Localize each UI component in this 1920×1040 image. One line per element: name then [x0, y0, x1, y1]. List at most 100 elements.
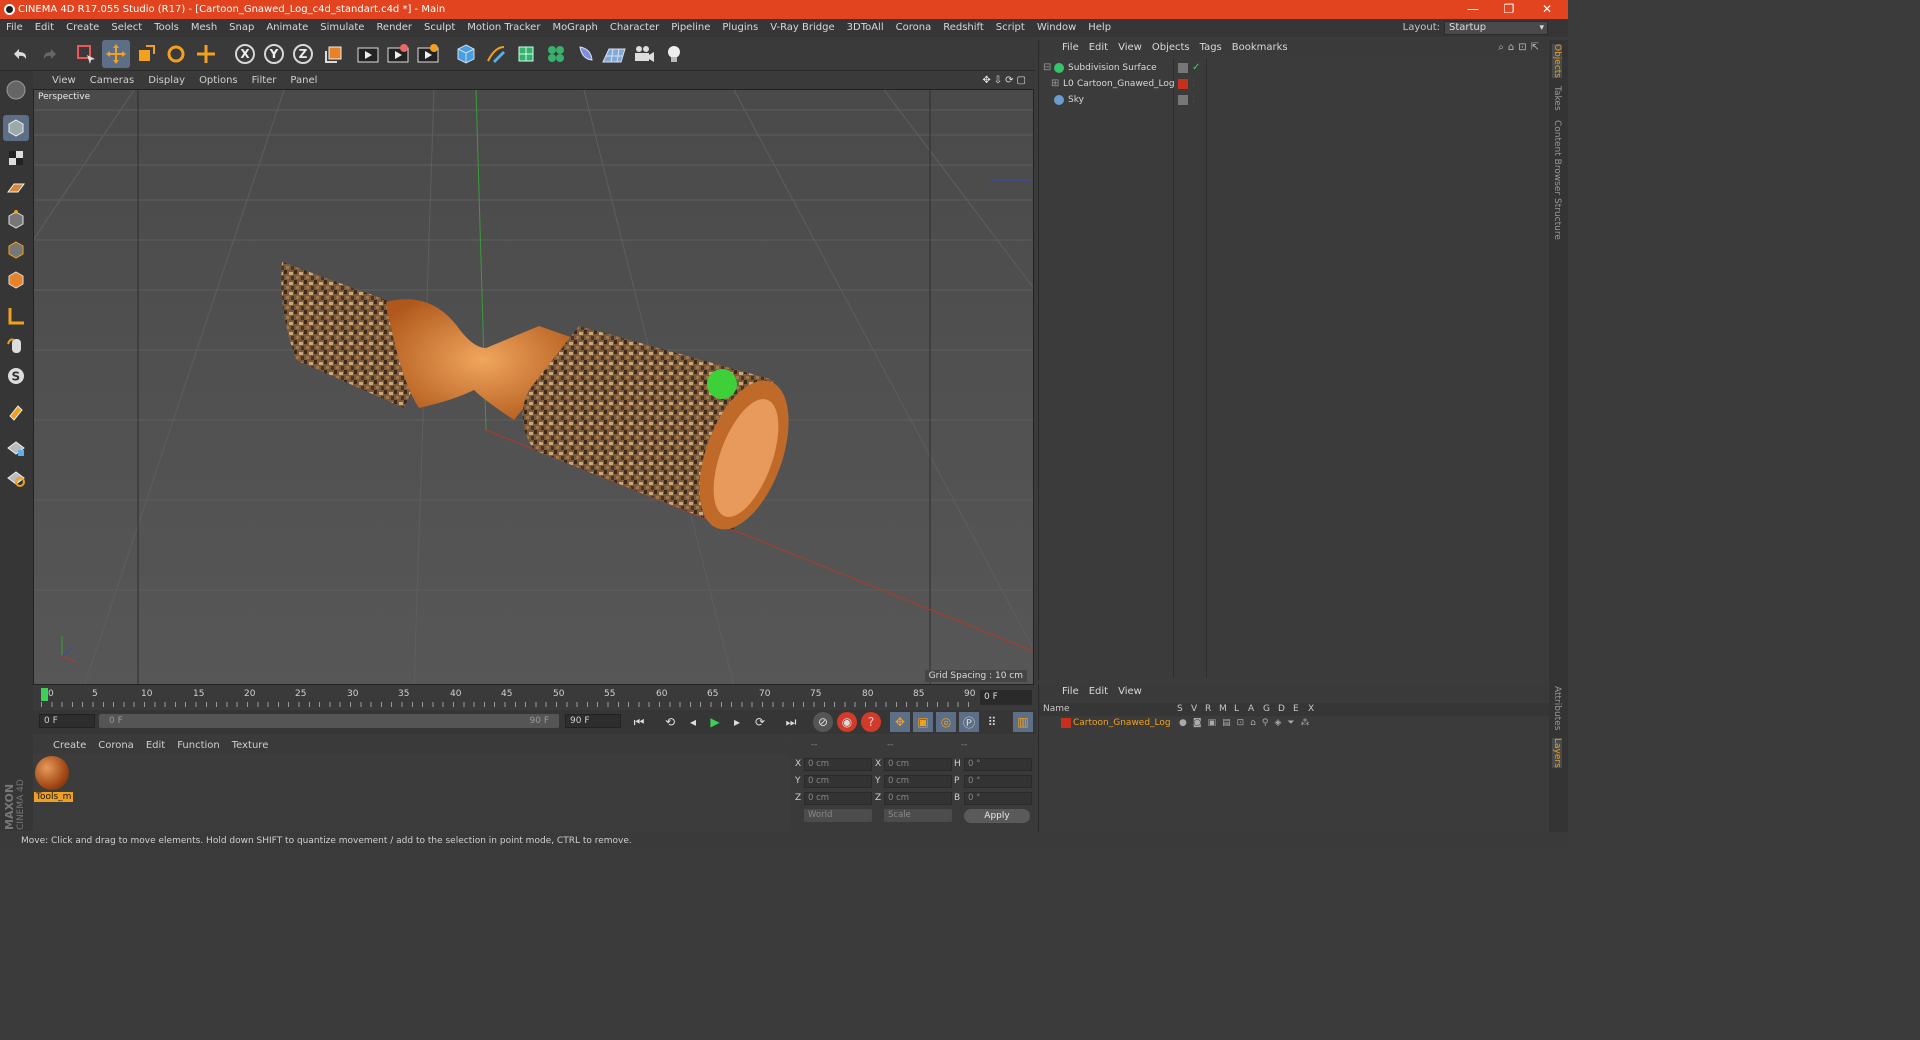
object-menu-view[interactable]: View [1113, 40, 1147, 56]
menu-vray-bridge[interactable]: V-Ray Bridge [764, 19, 840, 37]
layer-swatch[interactable] [1178, 95, 1188, 105]
perspective-viewport[interactable]: Perspective Grid Spacing : 10 cm [33, 89, 1034, 685]
magnet-icon[interactable] [3, 399, 29, 425]
menu-animate[interactable]: Animate [260, 19, 314, 37]
select-icon[interactable] [72, 40, 100, 68]
visibility-dots-icon[interactable]: ⁚ [1192, 76, 1195, 92]
collapse-icon[interactable]: ⊟ [1043, 60, 1051, 76]
position-x-field[interactable]: 0 cm [804, 758, 872, 771]
coordinate-mode-dropdown[interactable]: World [804, 809, 872, 822]
render-picture-viewer-icon[interactable] [384, 40, 412, 68]
menu-corona[interactable]: Corona [890, 19, 938, 37]
current-frame-field[interactable]: 0 F [980, 690, 1032, 705]
model-mode-icon[interactable] [3, 115, 29, 141]
menu-tools[interactable]: Tools [148, 19, 185, 37]
make-editable-icon[interactable] [3, 77, 29, 103]
light-icon[interactable] [660, 40, 688, 68]
menu-motion-tracker[interactable]: Motion Tracker [461, 19, 546, 37]
texture-mode-icon[interactable] [3, 145, 29, 171]
next-key-icon[interactable]: ⟳ [750, 712, 770, 732]
viewport-nav-icons[interactable]: ✥⇩⟳▢ [982, 73, 1029, 89]
key-rotation-icon[interactable]: ◎ [936, 712, 956, 732]
object-menu-objects[interactable]: Objects [1147, 40, 1195, 56]
size-y-field[interactable]: 0 cm [884, 775, 952, 788]
planar-workplane-icon[interactable] [3, 465, 29, 491]
menu-redshift[interactable]: Redshift [937, 19, 990, 37]
record-keys-icon[interactable]: ⊘ [813, 712, 833, 732]
frame-range-slider[interactable]: 0 F 90 F [99, 714, 559, 728]
rotate-icon[interactable] [162, 40, 190, 68]
object-manager-tools-icons[interactable]: ⌕⌂⊡⇱ [1498, 40, 1543, 56]
key-parameter-icon[interactable]: Ⓟ [959, 712, 979, 732]
material-menu-create[interactable]: Create [47, 738, 92, 754]
position-z-field[interactable]: 0 cm [804, 792, 872, 805]
menu-sculpt[interactable]: Sculpt [418, 19, 461, 37]
menu-mesh[interactable]: Mesh [185, 19, 223, 37]
end-frame-field[interactable]: 90 F [565, 714, 621, 728]
menu-window[interactable]: Window [1031, 19, 1082, 37]
close-button[interactable]: ✕ [1530, 0, 1564, 19]
previous-frame-icon[interactable]: ◂ [683, 712, 703, 732]
next-frame-icon[interactable]: ▸ [727, 712, 747, 732]
menu-file[interactable]: File [0, 19, 29, 37]
y-axis-icon[interactable]: Y [260, 40, 288, 68]
object-menu-tags[interactable]: Tags [1195, 40, 1227, 56]
layer-name[interactable]: Cartoon_Gnawed_Log [1073, 716, 1171, 730]
enabled-check-icon[interactable]: ✓ [1192, 60, 1200, 76]
scale-icon[interactable] [132, 40, 160, 68]
visibility-dots-icon[interactable]: ⁚ [1192, 92, 1195, 108]
size-z-field[interactable]: 0 cm [884, 792, 952, 805]
pen-icon[interactable] [482, 40, 510, 68]
minimize-button[interactable]: — [1456, 0, 1490, 19]
layer-swatch[interactable] [1178, 63, 1188, 73]
menu-mograph[interactable]: MoGraph [546, 19, 603, 37]
render-view-icon[interactable] [354, 40, 382, 68]
key-scale-icon[interactable]: ▣ [913, 712, 933, 732]
menu-simulate[interactable]: Simulate [314, 19, 370, 37]
material-menu-edit[interactable]: Edit [140, 738, 171, 754]
material-menu-texture[interactable]: Texture [226, 738, 275, 754]
go-to-end-icon[interactable]: ⏭ [781, 712, 801, 732]
menu-create[interactable]: Create [60, 19, 105, 37]
locked-workplane-icon[interactable] [3, 435, 29, 461]
start-frame-field[interactable]: 0 F [39, 714, 95, 728]
menu-help[interactable]: Help [1082, 19, 1117, 37]
menu-render[interactable]: Render [370, 19, 418, 37]
viewport-menu-display[interactable]: Display [141, 73, 192, 89]
menu-plugins[interactable]: Plugins [716, 19, 764, 37]
undo-icon[interactable] [6, 40, 34, 68]
viewport-menu-options[interactable]: Options [192, 73, 245, 89]
cloner-icon[interactable] [542, 40, 570, 68]
position-y-field[interactable]: 0 cm [804, 775, 872, 788]
object-row-subdivision-surface[interactable]: ⊟ Subdivision Surface ✓ [1039, 60, 1549, 76]
material-preview[interactable] [35, 756, 69, 790]
deformer-icon[interactable] [572, 40, 600, 68]
material-menu-corona[interactable]: Corona [92, 738, 140, 754]
coordinate-system-icon[interactable] [320, 40, 348, 68]
layer-swatch[interactable] [1178, 79, 1188, 89]
workplane-icon[interactable] [3, 175, 29, 201]
previous-key-icon[interactable]: ⟲ [660, 712, 680, 732]
viewport-menu-filter[interactable]: Filter [245, 73, 284, 89]
viewport-menu-view[interactable]: View [45, 73, 83, 89]
rotation-h-field[interactable]: 0 ° [964, 758, 1032, 771]
menu-edit[interactable]: Edit [29, 19, 60, 37]
x-axis-icon[interactable]: X [231, 40, 259, 68]
redo-icon[interactable] [36, 40, 64, 68]
cube-icon[interactable] [452, 40, 480, 68]
axis-mode-icon[interactable] [3, 303, 29, 329]
go-to-start-icon[interactable]: ⏮ [629, 712, 649, 732]
timeline-ruler[interactable]: 0 5 10 15 20 25 30 35 40 45 50 55 60 65 … [33, 687, 1036, 709]
tab-takes[interactable]: Takes [1552, 86, 1562, 111]
menu-3dtoall[interactable]: 3DToAll [841, 19, 890, 37]
viewport-menu-cameras[interactable]: Cameras [83, 73, 141, 89]
floor-icon[interactable] [600, 40, 628, 68]
material-menu-function[interactable]: Function [171, 738, 226, 754]
camera-icon[interactable] [630, 40, 658, 68]
key-pla-icon[interactable]: ⠿ [982, 712, 1002, 732]
object-row-cartoon-gnawed-log[interactable]: ⊞ L0 Cartoon_Gnawed_Log ⁚ [1039, 76, 1549, 92]
timeline-window-icon[interactable]: ▥ [1013, 712, 1033, 732]
menu-character[interactable]: Character [604, 19, 665, 37]
tweak-mode-icon[interactable] [3, 333, 29, 359]
menu-script[interactable]: Script [990, 19, 1031, 37]
